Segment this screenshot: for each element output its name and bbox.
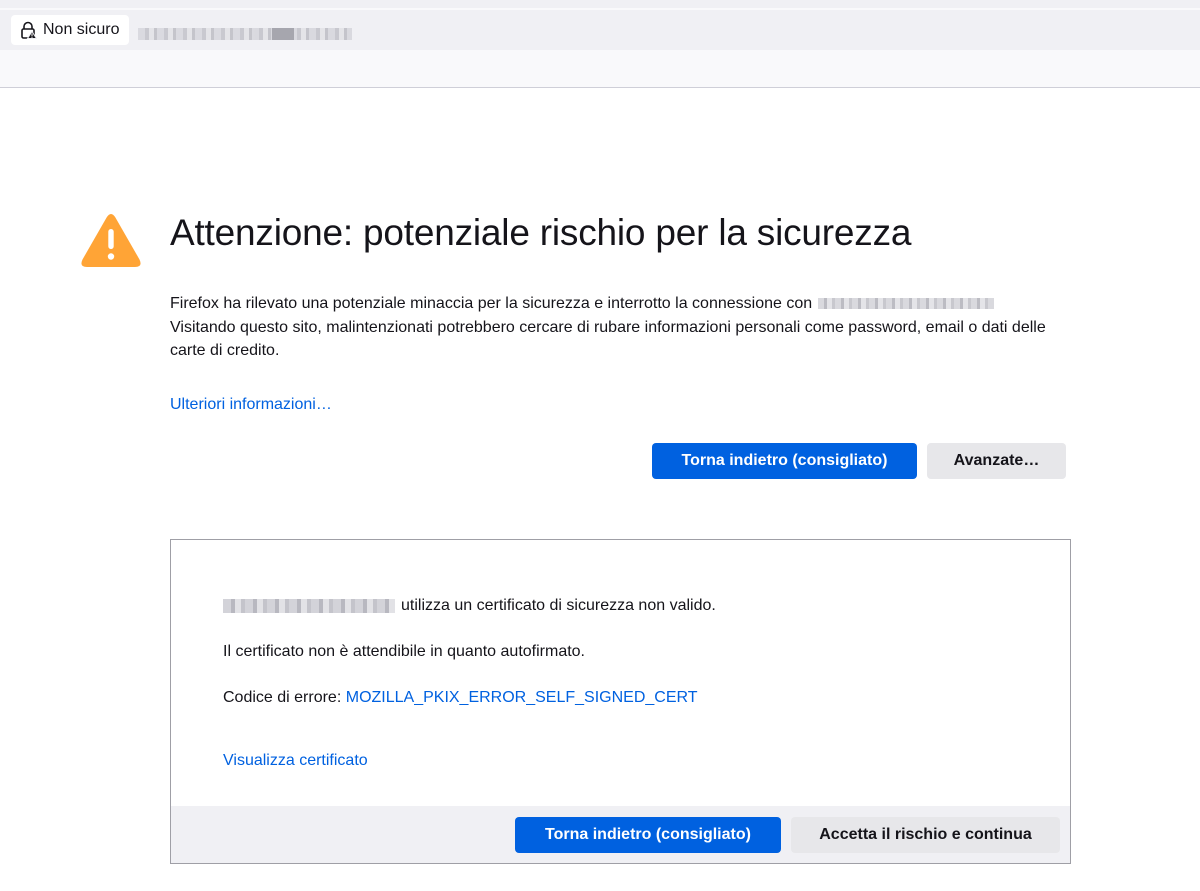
host-redacted — [223, 599, 395, 613]
accept-risk-button[interactable]: Accetta il rischio e continua — [791, 817, 1060, 853]
invalid-cert-line: utilizza un certificato di sicurezza non… — [223, 597, 716, 615]
browser-toolbar: Non sicuro — [0, 0, 1200, 88]
tab-strip — [0, 0, 1200, 8]
intro-line-2: Visitando questo sito, malintenzionati p… — [170, 318, 1046, 360]
intro-line-1: Firefox ha rilevato una potenziale minac… — [170, 295, 813, 312]
error-code-link[interactable]: MOZILLA_PKIX_ERROR_SELF_SIGNED_CERT — [346, 689, 698, 706]
go-back-button[interactable]: Torna indietro (consigliato) — [652, 443, 917, 479]
advanced-panel: utilizza un certificato di sicurezza non… — [170, 539, 1071, 864]
warning-triangle-icon — [80, 212, 142, 270]
panel-footer: Torna indietro (consigliato) Accetta il … — [171, 806, 1070, 863]
self-signed-text: Il certificato non è attendibile in quan… — [223, 643, 585, 660]
page-title: Attenzione: potenziale rischio per la si… — [170, 212, 912, 253]
error-code-label: Codice di errore: — [223, 689, 342, 706]
identity-label: Non sicuro — [43, 21, 120, 38]
host-redacted — [818, 298, 995, 310]
view-certificate-link[interactable]: Visualizza certificato — [223, 752, 368, 770]
url-bar[interactable]: Non sicuro — [0, 10, 1200, 50]
site-identity-button[interactable]: Non sicuro — [11, 15, 130, 45]
lock-warning-icon — [19, 21, 37, 39]
error-code-line: Codice di errore: MOZILLA_PKIX_ERROR_SEL… — [223, 689, 698, 707]
intro-text: Firefox ha rilevato una potenziale minac… — [170, 292, 1060, 363]
invalid-cert-text: utilizza un certificato di sicurezza non… — [401, 597, 716, 614]
go-back-button-secondary[interactable]: Torna indietro (consigliato) — [515, 817, 781, 853]
advanced-button[interactable]: Avanzate… — [927, 443, 1066, 479]
more-info-link[interactable]: Ulteriori informazioni… — [170, 396, 332, 414]
url-text-redacted[interactable] — [138, 28, 352, 40]
